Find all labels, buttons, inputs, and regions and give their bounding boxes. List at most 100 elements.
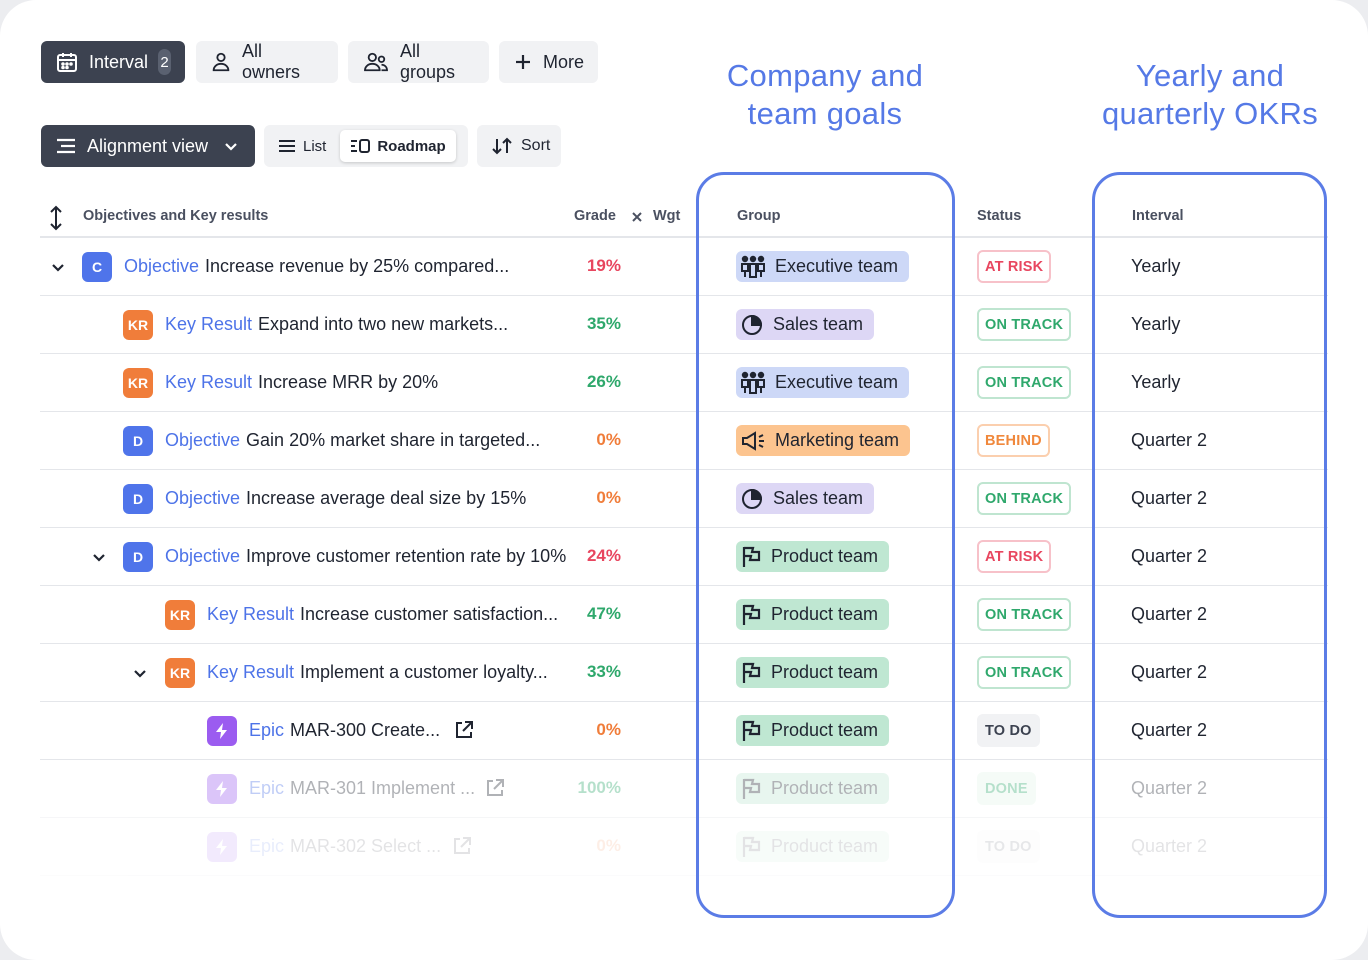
menu-lines-icon <box>55 136 77 156</box>
item-title[interactable]: Objective Improve customer retention rate… <box>165 546 566 567</box>
item-kind-label: Objective <box>124 256 200 276</box>
item-type-badge: D <box>123 426 153 456</box>
item-title-text: Gain 20% market share in targeted... <box>246 430 541 450</box>
expand-chevron-icon[interactable] <box>48 257 68 277</box>
item-title[interactable]: Key Result Expand into two new markets... <box>165 314 508 335</box>
sort-button[interactable]: Sort <box>477 125 561 167</box>
item-type-badge: D <box>123 484 153 514</box>
external-link-icon[interactable] <box>451 835 473 857</box>
grade-value: 0% <box>596 720 621 739</box>
item-type-badge: KR <box>165 658 195 688</box>
expand-chevron-icon[interactable] <box>89 547 109 567</box>
status-badge[interactable]: ON TRACK <box>977 598 1072 631</box>
item-title-text: MAR-300 Create... <box>290 720 441 740</box>
item-title-text: Increase customer satisfaction... <box>300 604 559 624</box>
grade-value: 35% <box>586 314 621 333</box>
item-kind-label: Epic <box>249 720 285 740</box>
status-badge[interactable]: DONE <box>977 772 1036 805</box>
roadmap-view-label: Roadmap <box>377 137 446 155</box>
item-kind-label: Epic <box>249 778 285 798</box>
item-kind-label: Objective <box>165 546 241 566</box>
times-icon <box>632 212 642 222</box>
grade-value: 24% <box>586 546 621 565</box>
status-badge[interactable]: ON TRACK <box>977 482 1072 515</box>
list-view-tab[interactable]: List <box>268 130 336 162</box>
item-title-text: Expand into two new markets... <box>258 314 509 334</box>
status-column-header: Status <box>977 208 1022 224</box>
status-badge[interactable]: AT RISK <box>977 540 1052 573</box>
item-title[interactable]: Objective Increase revenue by 25% compare… <box>124 256 509 277</box>
interval-count-badge: 2 <box>158 49 171 75</box>
status-badge[interactable]: AT RISK <box>977 250 1052 283</box>
list-icon <box>278 138 296 154</box>
item-kind-label: Key Result <box>165 372 253 392</box>
external-link-icon[interactable] <box>484 777 506 799</box>
item-kind-label: Objective <box>165 488 241 508</box>
item-title-text: MAR-302 Select ... <box>290 836 442 856</box>
grade-value: 47% <box>586 604 621 623</box>
roadmap-icon <box>350 138 371 154</box>
grade-value: 0% <box>596 488 621 507</box>
item-title[interactable]: Key Result Increase customer satisfaction… <box>207 604 558 625</box>
item-type-badge: KR <box>123 310 153 340</box>
status-badge[interactable]: TO DO <box>977 714 1040 747</box>
expand-collapse-icon[interactable] <box>48 204 64 232</box>
status-badge[interactable]: BEHIND <box>977 424 1050 457</box>
status-badge[interactable]: TO DO <box>977 830 1040 863</box>
interval-filter-button[interactable]: Interval 2 <box>41 41 185 83</box>
lightning-icon <box>207 832 237 862</box>
item-kind-label: Epic <box>249 836 285 856</box>
item-title[interactable]: Epic MAR-300 Create... <box>249 720 440 741</box>
alignment-view-dropdown[interactable]: Alignment view <box>41 125 255 167</box>
group-icon <box>362 51 390 73</box>
chevron-down-icon <box>224 139 238 153</box>
groups-filter-button[interactable]: All groups <box>348 41 489 83</box>
grade-column-header: Grade <box>574 208 616 224</box>
item-kind-label: Objective <box>165 430 241 450</box>
item-kind-label: Key Result <box>207 604 295 624</box>
expand-chevron-icon[interactable] <box>130 663 150 683</box>
item-type-badge: C <box>82 252 112 282</box>
list-view-label: List <box>303 137 327 155</box>
item-title[interactable]: Epic MAR-301 Implement ... <box>249 778 475 799</box>
item-title-text: MAR-301 Implement ... <box>290 778 476 798</box>
status-badge[interactable]: ON TRACK <box>977 308 1072 341</box>
okr-card: Interval 2 All owners All groups More Al… <box>0 0 1368 960</box>
status-badge[interactable]: ON TRACK <box>977 366 1072 399</box>
item-title-text: Increase average deal size by 15% <box>246 488 527 508</box>
lightning-icon <box>207 716 237 746</box>
item-type-badge: KR <box>123 368 153 398</box>
item-title[interactable]: Objective Gain 20% market share in target… <box>165 430 540 451</box>
alignment-view-label: Alignment view <box>87 135 209 156</box>
groups-filter-label: All groups <box>400 41 456 82</box>
calendar-icon <box>55 50 79 74</box>
sort-label: Sort <box>521 137 551 154</box>
roadmap-view-tab[interactable]: Roadmap <box>340 130 456 162</box>
item-type-badge: D <box>123 542 153 572</box>
grade-value: 26% <box>586 372 621 391</box>
item-title[interactable]: Epic MAR-302 Select ... <box>249 836 441 857</box>
owners-filter-button[interactable]: All owners <box>196 41 338 83</box>
item-title-text: Improve customer retention rate by 10% <box>246 546 567 566</box>
status-badge[interactable]: ON TRACK <box>977 656 1072 689</box>
grade-value: 0% <box>596 836 621 855</box>
more-filters-button[interactable]: More <box>499 41 598 83</box>
item-title[interactable]: Key Result Increase MRR by 20% <box>165 372 438 393</box>
item-title[interactable]: Objective Increase average deal size by 1… <box>165 488 526 509</box>
grade-value: 33% <box>586 662 621 681</box>
group-column-highlight <box>696 172 955 918</box>
item-title[interactable]: Key Result Implement a customer loyalty..… <box>207 662 548 683</box>
grade-value: 0% <box>596 430 621 449</box>
item-title-text: Increase revenue by 25% compared... <box>205 256 510 276</box>
item-title-text: Implement a customer loyalty... <box>300 662 548 682</box>
view-mode-toggle: List Roadmap <box>264 125 468 167</box>
sort-arrows-icon <box>491 136 513 156</box>
weight-column-header: Wgt <box>653 208 681 224</box>
owners-filter-label: All owners <box>242 41 301 82</box>
interval-filter-label: Interval <box>89 51 149 72</box>
external-link-icon[interactable] <box>453 719 475 741</box>
grade-value: 100% <box>577 778 621 797</box>
item-kind-label: Key Result <box>207 662 295 682</box>
okrs-annotation: Yearly and quarterly OKRs <box>1101 58 1319 131</box>
more-filters-label: More <box>543 51 585 72</box>
